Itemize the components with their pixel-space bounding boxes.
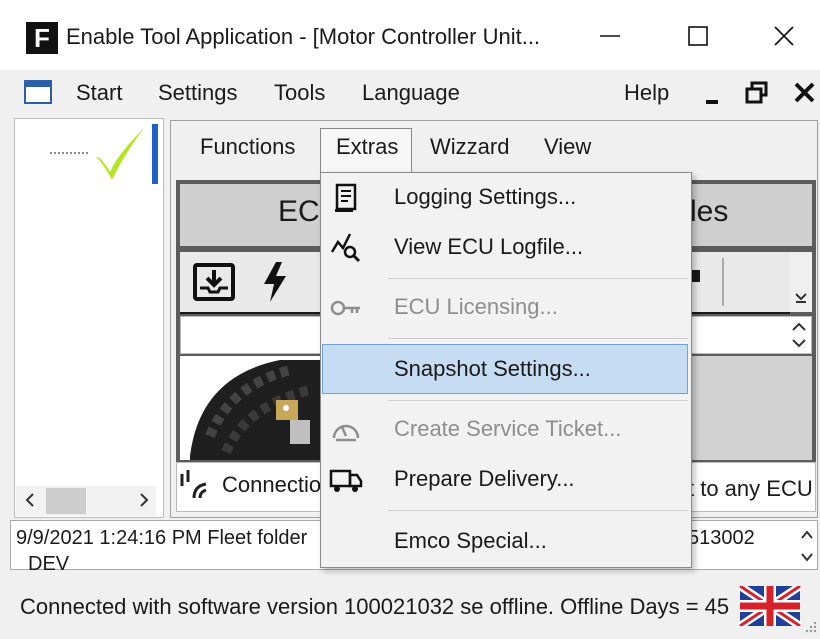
menu-separator xyxy=(388,278,688,279)
ecu-banner-title-right: les xyxy=(690,195,729,228)
check-icon[interactable] xyxy=(92,124,148,184)
truck-icon xyxy=(328,462,364,498)
menu-settings[interactable]: Settings xyxy=(158,78,238,108)
ecu-side-panel xyxy=(690,356,812,460)
menu-item-ecu-licensing[interactable]: ECU Licensing... xyxy=(394,292,558,322)
download-box-icon[interactable] xyxy=(192,262,236,302)
close-button[interactable] xyxy=(764,18,804,54)
menu-help[interactable]: Help xyxy=(624,78,669,108)
log-scrollbar[interactable] xyxy=(798,524,816,568)
scrollbar-thumb[interactable] xyxy=(46,488,86,514)
toolbar-separator xyxy=(722,258,724,306)
tab-extras[interactable]: Extras xyxy=(336,132,398,162)
window-title: Enable Tool Application - [Motor Control… xyxy=(66,24,541,49)
scroll-arrows-icon xyxy=(801,530,813,562)
lightning-icon[interactable] xyxy=(260,260,290,304)
menu-item-snapshot-settings[interactable]: Snapshot Settings... xyxy=(394,354,591,384)
spin-control[interactable] xyxy=(788,318,810,352)
connection-status-text: t to any ECU xyxy=(688,476,813,501)
close-icon xyxy=(774,26,794,46)
wireless-connection-icon xyxy=(178,468,212,502)
connection-label: Connectio xyxy=(222,472,322,497)
document-window-icon[interactable] xyxy=(24,80,52,104)
status-text: Connected with software version 10002103… xyxy=(20,594,730,619)
menu-item-emco-special[interactable]: Emco Special... xyxy=(394,526,547,556)
key-icon xyxy=(328,290,364,326)
menu-start[interactable]: Start xyxy=(76,78,122,108)
scroll-left-icon[interactable] xyxy=(22,490,38,515)
resize-grip-icon[interactable] xyxy=(804,620,818,639)
maximize-icon xyxy=(688,26,708,46)
motor-controller-image xyxy=(190,356,320,460)
log-document-icon xyxy=(328,180,364,216)
menu-separator xyxy=(388,400,688,401)
chart-magnifier-icon xyxy=(328,228,364,264)
menu-tools[interactable]: Tools xyxy=(274,78,325,108)
spin-arrows-icon xyxy=(792,322,806,348)
uk-flag-icon[interactable] xyxy=(737,582,803,630)
tab-view[interactable]: View xyxy=(544,132,591,162)
ecu-banner-title-left: EC xyxy=(278,195,320,228)
menu-item-view-ecu-logfile[interactable]: View ECU Logfile... xyxy=(394,232,583,262)
close-icon xyxy=(794,82,815,103)
scroll-right-icon[interactable] xyxy=(136,490,152,515)
restore-icon xyxy=(745,81,768,104)
maximize-button[interactable] xyxy=(678,18,718,54)
menu-item-create-service-ticket[interactable]: Create Service Ticket... xyxy=(394,414,621,444)
tab-functions[interactable]: Functions xyxy=(200,132,295,162)
menu-item-prepare-delivery[interactable]: Prepare Delivery... xyxy=(394,464,575,494)
log-line-fragment: 513002 xyxy=(688,527,755,549)
menu-item-logging-settings[interactable]: Logging Settings... xyxy=(394,182,576,212)
selection-indicator xyxy=(152,124,158,184)
mdi-restore-button[interactable] xyxy=(744,80,770,106)
tab-wizzard[interactable]: Wizzard xyxy=(430,132,509,162)
minimize-icon xyxy=(600,35,620,37)
log-line: 9/9/2021 1:24:16 PM Fleet folder xyxy=(16,527,308,549)
menu-separator xyxy=(388,338,688,339)
menu-separator xyxy=(388,510,688,511)
minimize-icon xyxy=(706,100,718,104)
gauge-icon xyxy=(328,412,364,448)
overflow-chevron-icon[interactable] xyxy=(794,290,808,307)
mdi-minimize-button[interactable] xyxy=(702,82,724,108)
mdi-close-button[interactable] xyxy=(792,80,818,106)
minimize-button[interactable] xyxy=(590,18,630,54)
tree-connector-line xyxy=(50,152,88,154)
app-logo: F xyxy=(26,22,58,54)
menu-language[interactable]: Language xyxy=(362,78,460,108)
